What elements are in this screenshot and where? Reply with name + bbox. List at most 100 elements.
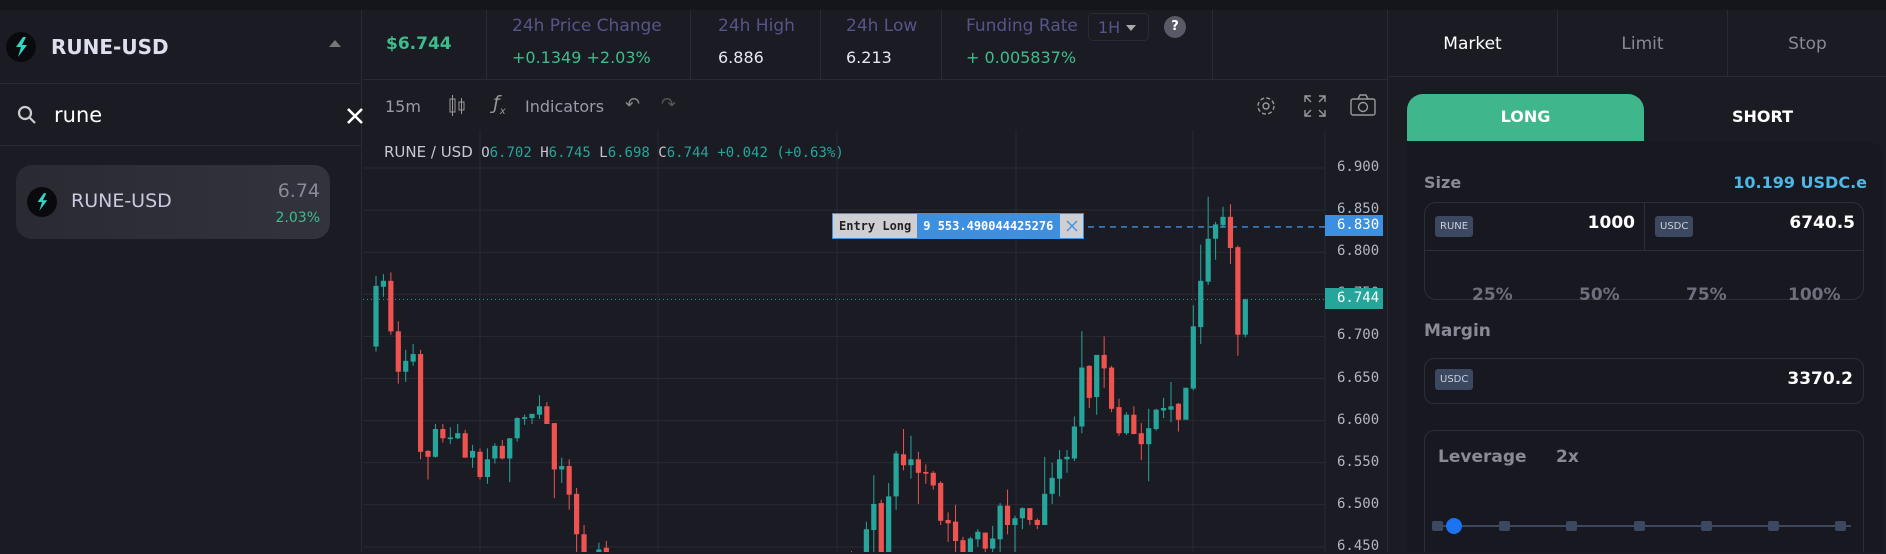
candle-body bbox=[574, 493, 580, 535]
candle-body bbox=[990, 538, 996, 549]
leverage-tick[interactable] bbox=[1768, 521, 1779, 531]
candle-body bbox=[1123, 414, 1130, 434]
candle-body bbox=[997, 505, 1003, 540]
candle-body bbox=[1101, 354, 1107, 369]
candle-body bbox=[1235, 247, 1241, 335]
candle-body bbox=[960, 540, 966, 552]
candle-body bbox=[373, 285, 379, 347]
leverage-slider-track[interactable] bbox=[1432, 0, 1851, 552]
candle-body bbox=[1079, 367, 1085, 427]
remove-entry-icon[interactable] bbox=[1059, 214, 1084, 238]
candle-body bbox=[536, 406, 543, 415]
candle-body bbox=[863, 529, 869, 552]
price-axis-label: 6.450 bbox=[1337, 537, 1380, 554]
candle-body bbox=[1175, 403, 1182, 420]
candle-body bbox=[507, 438, 513, 459]
candle-body bbox=[440, 429, 446, 439]
candle-body bbox=[1042, 493, 1048, 526]
leverage-slider-knob[interactable] bbox=[1445, 518, 1462, 534]
candle-body bbox=[945, 519, 951, 524]
candle-body bbox=[1198, 280, 1204, 328]
candle-body bbox=[514, 418, 520, 439]
candle-body bbox=[1071, 426, 1078, 459]
candle-body bbox=[417, 354, 424, 452]
legend-c-label: C bbox=[658, 145, 667, 161]
candle-body bbox=[878, 503, 884, 552]
candle-body bbox=[1160, 407, 1167, 411]
candle-body bbox=[967, 538, 973, 552]
candle-body bbox=[1056, 459, 1063, 479]
candle-body bbox=[1227, 216, 1234, 248]
candle-body bbox=[1027, 508, 1033, 520]
leverage-tick[interactable] bbox=[1432, 521, 1443, 531]
entry-price-tag: 6.830 bbox=[1325, 215, 1383, 236]
candle-body bbox=[1153, 409, 1159, 430]
candle-body bbox=[1049, 477, 1055, 494]
leverage-tick[interactable] bbox=[1566, 521, 1578, 531]
entry-long-marker[interactable]: Entry Long 9 553.490044425276 bbox=[832, 213, 1085, 239]
candle-body bbox=[484, 459, 491, 478]
candle-body bbox=[410, 354, 416, 362]
candle-body bbox=[1034, 519, 1040, 526]
candle-body bbox=[432, 429, 439, 457]
candle-body bbox=[975, 531, 981, 540]
candle-body bbox=[1183, 387, 1189, 420]
leverage-tick[interactable] bbox=[1835, 521, 1847, 531]
candle-body bbox=[915, 459, 921, 473]
candle-body bbox=[908, 459, 914, 466]
candle-body bbox=[1108, 367, 1115, 409]
leverage-tick[interactable] bbox=[1633, 521, 1645, 531]
candle-body bbox=[455, 433, 461, 439]
candle-body bbox=[893, 453, 899, 497]
candle-body bbox=[930, 472, 936, 486]
candle-body bbox=[923, 471, 929, 474]
candle-body bbox=[1131, 414, 1137, 435]
price-axis-label: 6.550 bbox=[1337, 453, 1380, 470]
candle-body bbox=[529, 413, 535, 419]
candle-body bbox=[952, 521, 959, 542]
legend-o-label: O bbox=[481, 145, 490, 161]
candle-body bbox=[886, 496, 892, 552]
chart-legend: RUNE / USD O6.702 H6.745 L6.698 C6.744 +… bbox=[384, 143, 844, 161]
candle-body bbox=[551, 423, 557, 470]
candle-body bbox=[938, 482, 944, 521]
candle-body bbox=[492, 445, 498, 459]
legend-close: 6.744 bbox=[666, 145, 709, 161]
entry-label: Entry Long bbox=[833, 214, 918, 238]
candle-body bbox=[982, 532, 988, 549]
candle-body bbox=[871, 503, 877, 531]
candle-body bbox=[1205, 238, 1211, 282]
candle-body bbox=[1004, 505, 1011, 526]
price-axis-label: 6.650 bbox=[1337, 369, 1380, 386]
candles bbox=[373, 196, 1248, 552]
price-axis-label: 6.800 bbox=[1337, 243, 1380, 260]
price-chart[interactable] bbox=[0, 0, 1387, 552]
price-axis-label: 6.900 bbox=[1337, 159, 1380, 175]
candle-body bbox=[581, 534, 587, 552]
legend-low: 6.698 bbox=[607, 145, 650, 161]
candle-body bbox=[469, 450, 476, 458]
candle-body bbox=[499, 445, 505, 459]
candle-body bbox=[1168, 406, 1174, 410]
candle-body bbox=[522, 417, 528, 419]
legend-high: 6.745 bbox=[548, 145, 591, 161]
price-axis-label: 6.500 bbox=[1337, 495, 1380, 512]
candle-body bbox=[425, 450, 431, 457]
leverage-tick[interactable] bbox=[1499, 521, 1511, 531]
candle-body bbox=[1012, 518, 1018, 526]
candle-body bbox=[1212, 224, 1219, 239]
candle-body bbox=[566, 466, 572, 495]
leverage-tick[interactable] bbox=[1700, 521, 1712, 531]
candle-body bbox=[388, 280, 394, 332]
legend-open: 6.702 bbox=[489, 145, 532, 161]
candle-body bbox=[1116, 407, 1122, 434]
candle-body bbox=[544, 406, 550, 424]
entry-value: 9 553.490044425276 bbox=[917, 214, 1060, 238]
price-axis-label: 6.700 bbox=[1337, 327, 1380, 344]
candle-body bbox=[477, 451, 483, 478]
price-axis-label: 6.600 bbox=[1337, 411, 1380, 428]
candle-body bbox=[559, 466, 565, 470]
candle-body bbox=[1242, 299, 1248, 335]
candle-body bbox=[1019, 508, 1026, 519]
candle-body bbox=[447, 437, 453, 440]
